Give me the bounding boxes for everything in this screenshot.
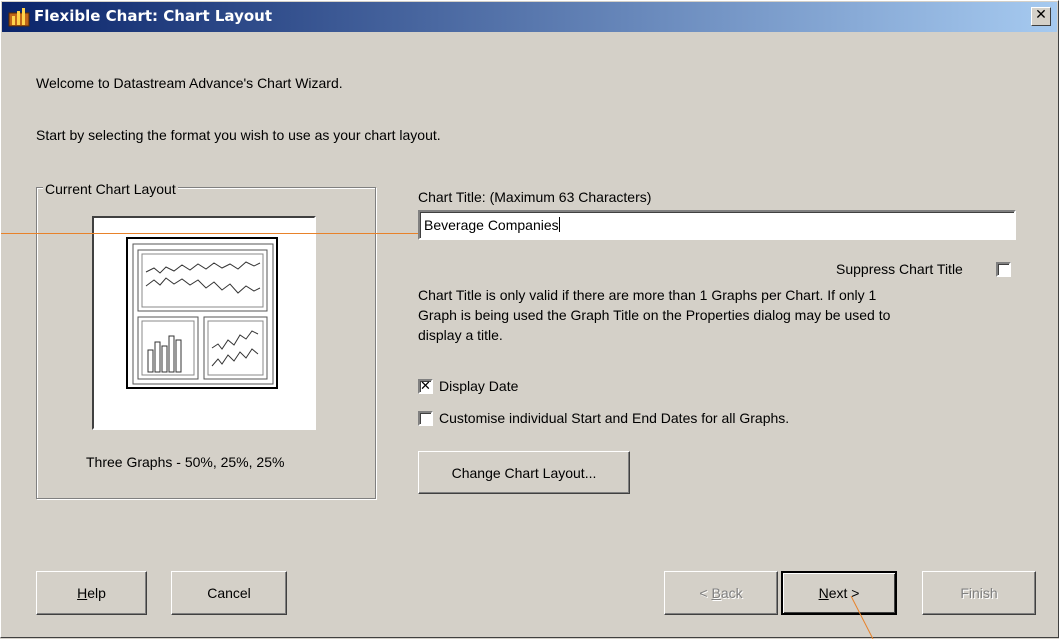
finish-button[interactable]: Finish (922, 571, 1036, 615)
chart-title-input[interactable]: Beverage Companies (418, 210, 1016, 240)
annotation-line-left (1, 233, 418, 234)
chart-layout-preview[interactable] (92, 216, 316, 430)
welcome-text: Welcome to Datastream Advance's Chart Wi… (36, 75, 343, 91)
finish-label: Finish (960, 585, 998, 601)
text-cursor (558, 217, 560, 232)
customise-dates-label: Customise individual Start and End Dates… (439, 410, 790, 426)
close-button[interactable]: ✕ (1031, 7, 1051, 26)
suppress-chart-title-label: Suppress Chart Title (836, 261, 963, 277)
back-button[interactable]: < Back (664, 571, 778, 615)
title-bar: Flexible Chart: Chart Layout ✕ (2, 2, 1057, 32)
cancel-button[interactable]: Cancel (171, 571, 287, 615)
three-graphs-layout-icon (126, 237, 278, 389)
layout-caption: Three Graphs - 50%, 25%, 25% (86, 454, 285, 470)
change-chart-layout-label: Change Chart Layout... (451, 464, 597, 481)
cancel-label: Cancel (207, 585, 251, 601)
chart-title-note-line2: Graph is being used the Graph Title on t… (418, 307, 891, 323)
change-chart-layout-button[interactable]: Change Chart Layout... (418, 451, 630, 494)
instruction-text: Start by selecting the format you wish t… (36, 127, 441, 143)
close-icon: ✕ (1035, 7, 1047, 23)
annotation-line-next (850, 596, 874, 639)
display-date-checkbox[interactable]: ✕ (418, 379, 433, 394)
help-label: Help (77, 585, 106, 601)
datastream-app-icon (8, 8, 30, 27)
back-label: < Back (699, 585, 743, 601)
display-date-label: Display Date (439, 378, 519, 394)
current-chart-layout-legend: Current Chart Layout (43, 181, 178, 197)
chart-title-label: Chart Title: (Maximum 63 Characters) (418, 189, 652, 205)
suppress-chart-title-checkbox[interactable] (996, 262, 1011, 277)
customise-dates-checkbox[interactable] (418, 411, 433, 426)
help-button[interactable]: Help (36, 571, 147, 615)
checkmark-icon: ✕ (420, 379, 431, 394)
chart-title-value: Beverage Companies (424, 217, 559, 233)
window-title: Flexible Chart: Chart Layout (34, 7, 273, 25)
chart-layout-dialog: Flexible Chart: Chart Layout ✕ Welcome t… (0, 0, 1059, 639)
chart-title-note-line1: Chart Title is only valid if there are m… (418, 287, 877, 303)
chart-title-note-line3: display a title. (418, 327, 503, 343)
